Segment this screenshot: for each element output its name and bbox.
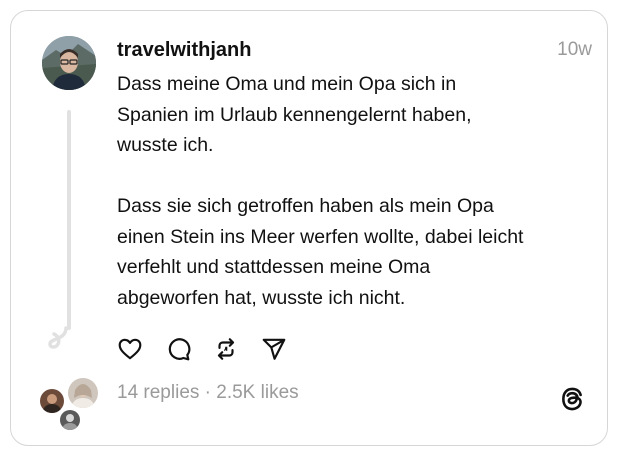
reply-avatar[interactable] <box>66 376 100 410</box>
send-icon <box>262 338 286 360</box>
post-time: 10w <box>557 39 592 60</box>
author-avatar[interactable] <box>42 36 96 90</box>
comment-icon <box>168 338 191 361</box>
post-text: Dass meine Oma und mein Opa sich in Span… <box>117 73 524 309</box>
repost-button[interactable] <box>211 334 241 364</box>
threads-logo-icon[interactable] <box>558 385 586 413</box>
heart-icon <box>118 338 142 360</box>
thread-line <box>67 110 71 330</box>
repost-icon <box>217 338 235 360</box>
share-button[interactable] <box>259 334 289 364</box>
thread-loop-icon <box>48 326 68 349</box>
author-username[interactable]: travelwithjanh <box>117 39 251 62</box>
like-button[interactable] <box>115 334 145 364</box>
replies-likes-count[interactable]: 14 replies · 2.5K likes <box>117 382 299 404</box>
reply-button[interactable] <box>163 334 193 364</box>
reply-avatar[interactable] <box>58 408 82 432</box>
